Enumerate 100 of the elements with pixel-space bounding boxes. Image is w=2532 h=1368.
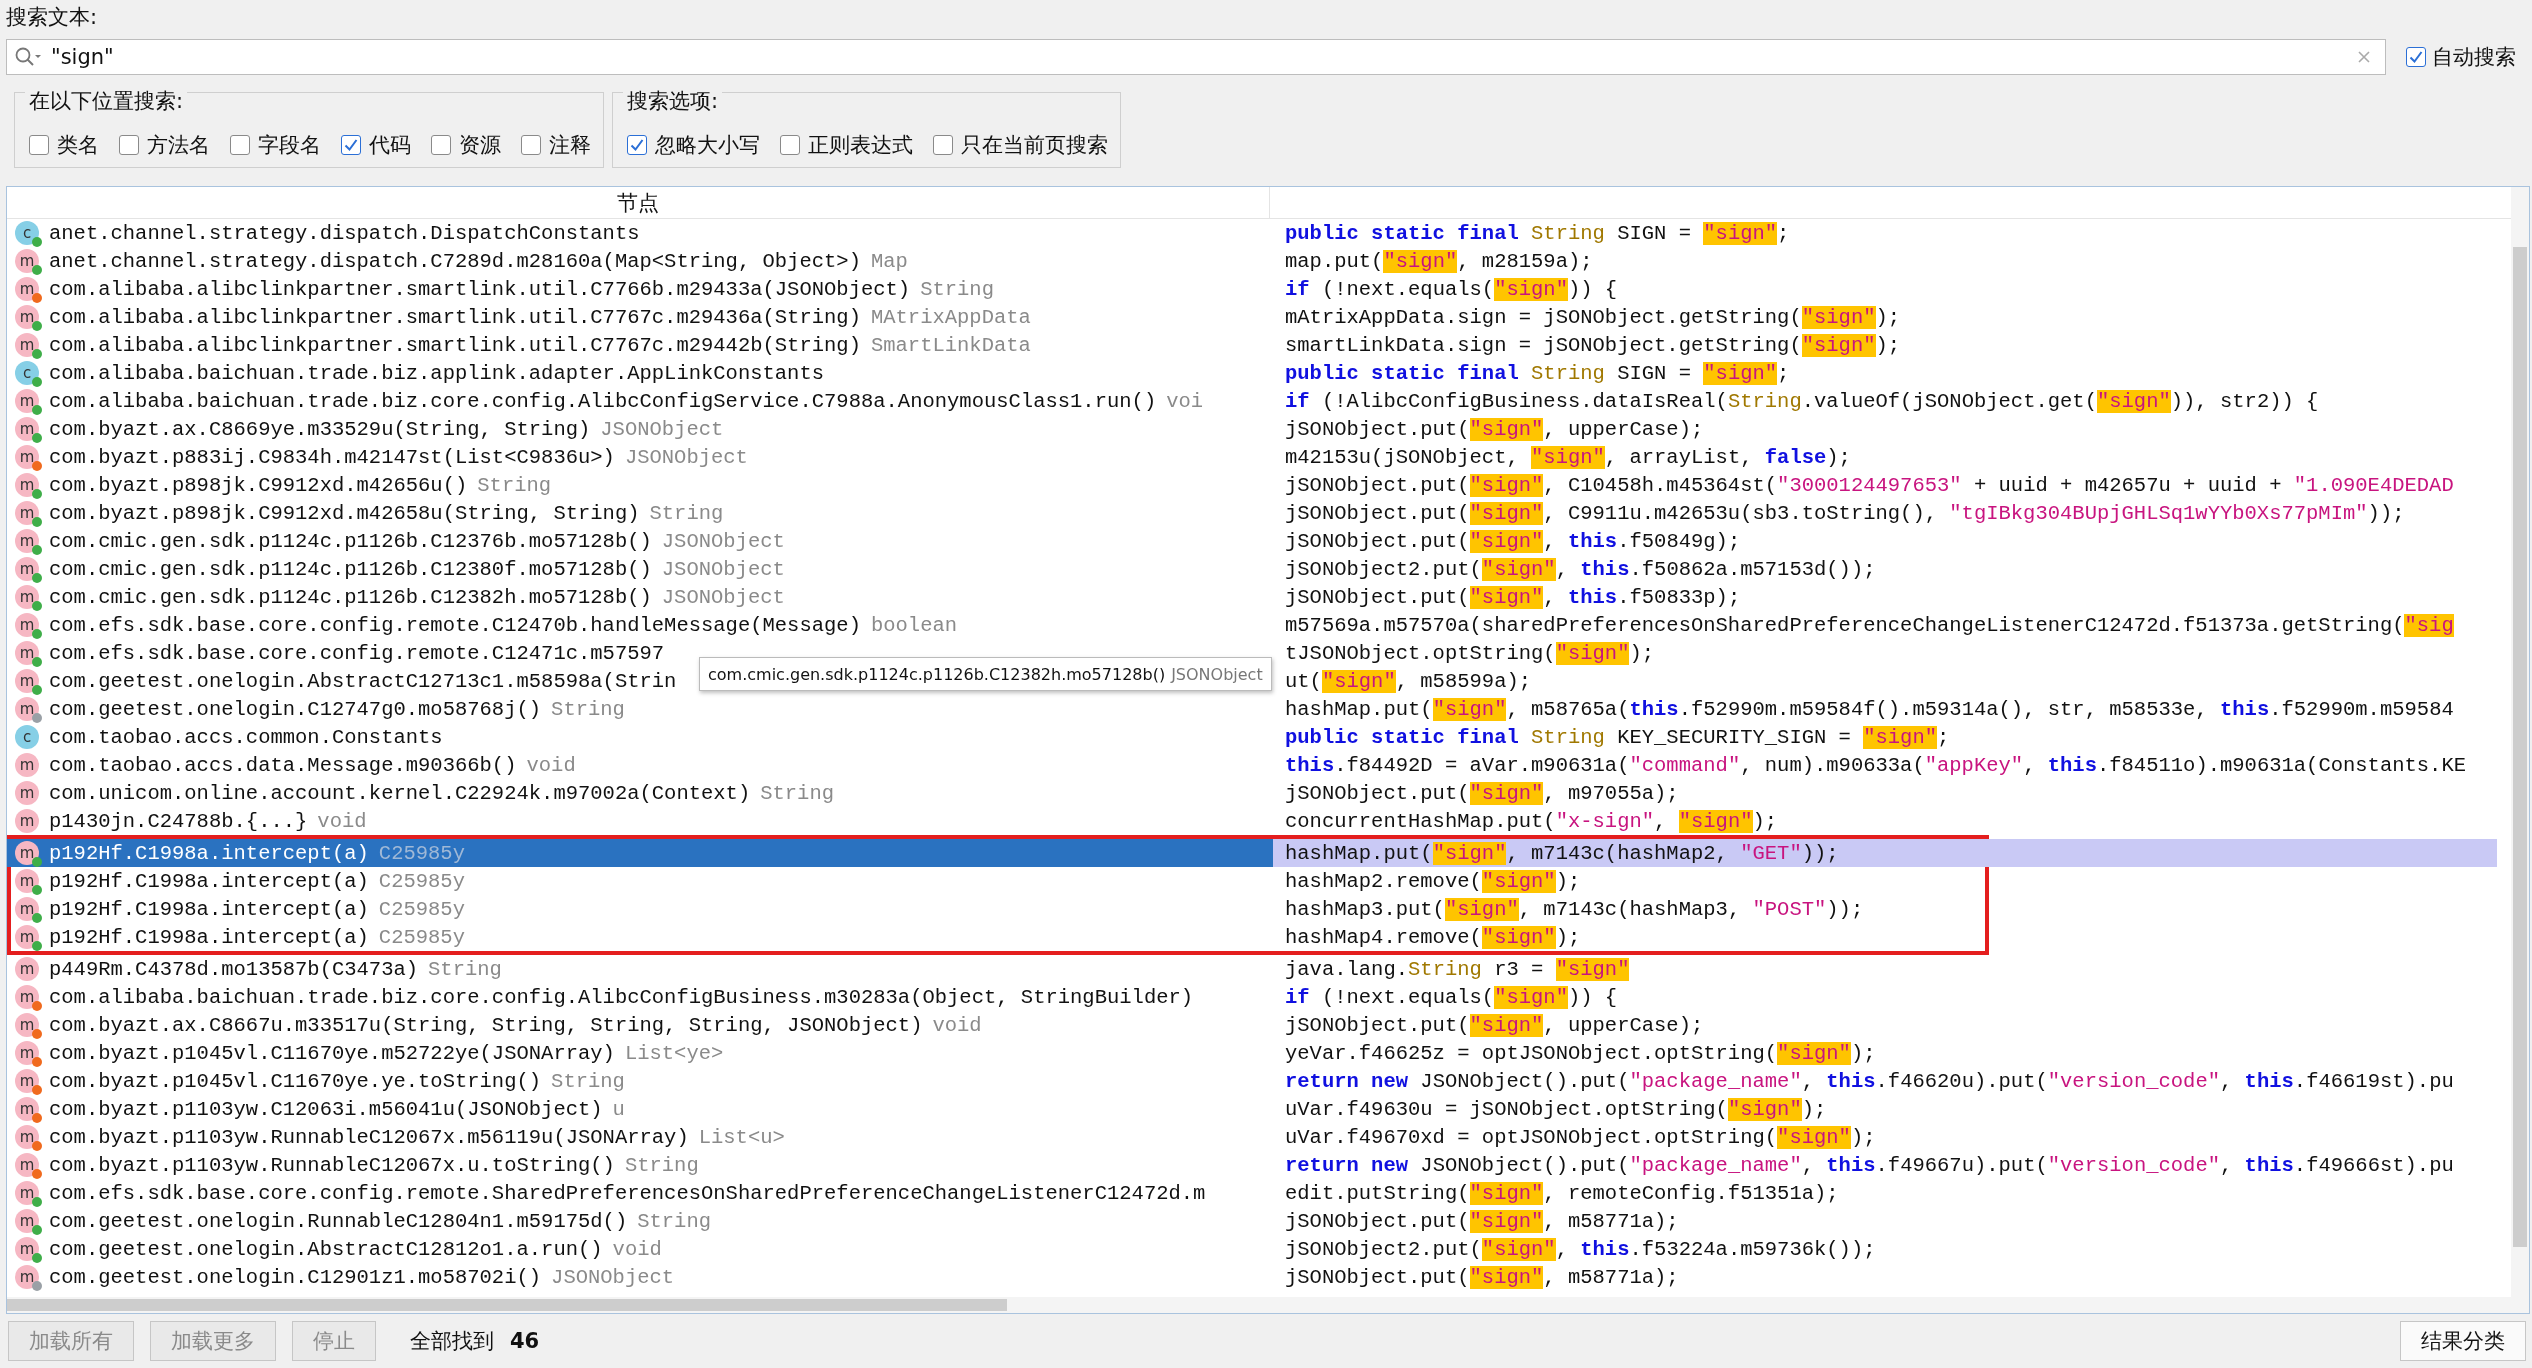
vertical-scrollbar[interactable] bbox=[2511, 187, 2529, 1313]
result-row[interactable]: m com.byazt.p1103yw.RunnableC12067x.m56119u(JSONArray) List<u> bbox=[7, 1123, 1269, 1151]
checkbox[interactable] bbox=[230, 135, 250, 155]
search-field[interactable]: "sign" bbox=[6, 39, 2386, 75]
result-row[interactable]: m com.alibaba.baichuan.trade.biz.core.config.AlibcConfigService.C7988a.AnonymousClass1.run() voi bbox=[7, 387, 1269, 415]
method-icon: m bbox=[15, 445, 39, 469]
method-icon: m bbox=[15, 1209, 39, 1233]
code-line: edit.putString("sign", remoteConfig.f51351a); bbox=[1284, 1180, 1840, 1207]
method-icon: m bbox=[15, 417, 39, 441]
return-type: SmartLinkData bbox=[870, 333, 1031, 357]
checkbox[interactable] bbox=[2406, 47, 2426, 67]
result-row[interactable]: m com.byazt.p1103yw.RunnableC12067x.u.toString() String bbox=[7, 1151, 1269, 1179]
node-name: com.byazt.p1103yw.C12063i.m56041u(JSONObject) bbox=[49, 1097, 603, 1121]
return-type: String bbox=[637, 1209, 711, 1233]
horizontal-scrollbar[interactable] bbox=[7, 1297, 2511, 1313]
node-name: com.alibaba.alibclinkpartner.smartlink.util.C7767c.m29436a(String) bbox=[49, 305, 861, 329]
checkbox[interactable] bbox=[780, 135, 800, 155]
method-icon: m bbox=[15, 869, 39, 893]
code-line: hashMap3.put("sign", m7143c(hashMap3, "POST")); bbox=[1284, 896, 1865, 923]
result-row[interactable]: m com.geetest.onelogin.C12901z1.mo58702i() JSONObject bbox=[7, 1263, 1269, 1291]
result-row[interactable]: m com.unicom.online.account.kernel.C22924k.m97002a(Context) String bbox=[7, 779, 1269, 807]
node-name: com.unicom.online.account.kernel.C22924k.m97002a(Context) bbox=[49, 781, 751, 805]
result-row[interactable]: m p192Hf.C1998a.intercept(a) C25985y bbox=[7, 867, 1269, 895]
method-icon: m bbox=[15, 529, 39, 553]
checkbox[interactable] bbox=[431, 135, 451, 155]
node-name: com.geetest.onelogin.RunnableC12804n1.m59175d() bbox=[49, 1209, 628, 1233]
result-row[interactable]: m com.efs.sdk.base.core.config.remote.C12471c.m57597 bbox=[7, 639, 1269, 667]
code-line: jSONObject.put("sign", upperCase); bbox=[1284, 1012, 1705, 1039]
group-title: 搜索选项: bbox=[623, 89, 723, 113]
result-row[interactable]: m com.efs.sdk.base.core.config.remote.SharedPreferencesOnSharedPreferenceChangeListenerC12472d.m bbox=[7, 1179, 1269, 1207]
result-row[interactable]: m p449Rm.C4378d.mo13587b(C3473a) String bbox=[7, 955, 1269, 983]
method-icon: m bbox=[15, 1153, 39, 1177]
result-row[interactable]: c com.alibaba.baichuan.trade.biz.applink.adapter.AppLinkConstants bbox=[7, 359, 1269, 387]
result-row[interactable]: m com.byazt.p898jk.C9912xd.m42658u(String, String) String bbox=[7, 499, 1269, 527]
checkbox[interactable] bbox=[341, 135, 361, 155]
result-row[interactable]: c anet.channel.strategy.dispatch.DispatchConstants bbox=[7, 219, 1269, 247]
code-line: jSONObject2.put("sign", this.f50862a.m57153d()); bbox=[1284, 556, 1877, 583]
node-name: com.byazt.p883ij.C9834h.m42147st(List<C9836u>) bbox=[49, 445, 615, 469]
column-header[interactable]: 节点 bbox=[617, 188, 659, 217]
method-icon: m bbox=[15, 473, 39, 497]
return-type: JSONObject bbox=[551, 1265, 675, 1289]
result-row[interactable]: m com.byazt.ax.C8667u.m33517u(String, String, String, String, JSONObject) void bbox=[7, 1011, 1269, 1039]
result-row[interactable]: m p192Hf.C1998a.intercept(a) C25985y bbox=[7, 923, 1269, 951]
result-row[interactable]: m com.alibaba.alibclinkpartner.smartlink.util.C7766b.m29433a(JSONObject) String bbox=[7, 275, 1269, 303]
result-row[interactable]: m com.cmic.gen.sdk.p1124c.p1126b.C12382h.mo57128b() JSONObject bbox=[7, 583, 1269, 611]
code-line: jSONObject.put("sign", C10458h.m45364st("3000124497653" + uuid + m42657u + uuid + "1.090E4DEDAD bbox=[1284, 472, 2455, 499]
node-name: com.geetest.onelogin.AbstractC12713c1.m58598a(Strin bbox=[49, 669, 677, 693]
node-name: com.cmic.gen.sdk.p1124c.p1126b.C12382h.mo57128b() bbox=[49, 585, 652, 609]
node-name: p192Hf.C1998a.intercept(a) bbox=[49, 869, 369, 893]
node-name: com.byazt.ax.C8669ye.m33529u(String, String) bbox=[49, 417, 591, 441]
result-row[interactable]: m com.geetest.onelogin.C12747g0.mo58768j() String bbox=[7, 695, 1269, 723]
group-results-button[interactable]: 结果分类 bbox=[2400, 1321, 2526, 1361]
code-line: hashMap.put("sign", m58765a(this.f52990m.m59584f().m59314a(), str, m58533e, this.f52990m.m59584 bbox=[1284, 696, 2455, 723]
result-row[interactable]: m p1430jn.C24788b.{...} void bbox=[7, 807, 1269, 835]
return-type: JSONObject bbox=[624, 445, 748, 469]
result-row[interactable]: m com.byazt.p898jk.C9912xd.m42656u() String bbox=[7, 471, 1269, 499]
node-name: com.efs.sdk.base.core.config.remote.C12470b.handleMessage(Message) bbox=[49, 613, 861, 637]
code-line: m42153u(jSONObject, "sign", arrayList, false); bbox=[1284, 444, 1852, 471]
result-row[interactable]: m com.alibaba.alibclinkpartner.smartlink.util.C7767c.m29442b(String) SmartLinkData bbox=[7, 331, 1269, 359]
result-row[interactable]: m anet.channel.strategy.dispatch.C7289d.m28160a(Map<String, Object>) Map bbox=[7, 247, 1269, 275]
result-row[interactable]: m p192Hf.C1998a.intercept(a) C25985y bbox=[7, 839, 1269, 867]
result-row[interactable]: m com.taobao.accs.data.Message.m90366b() void bbox=[7, 751, 1269, 779]
checkbox[interactable] bbox=[627, 135, 647, 155]
method-icon: m bbox=[15, 305, 39, 329]
result-row[interactable]: m com.alibaba.alibclinkpartner.smartlink.util.C7767c.m29436a(String) MAtrixAppData bbox=[7, 303, 1269, 331]
result-row[interactable]: m com.geetest.onelogin.AbstractC12812o1.a.run() void bbox=[7, 1235, 1269, 1263]
result-row[interactable]: m com.geetest.onelogin.RunnableC12804n1.m59175d() String bbox=[7, 1207, 1269, 1235]
result-row[interactable]: c com.taobao.accs.common.Constants bbox=[7, 723, 1269, 751]
checkbox[interactable] bbox=[521, 135, 541, 155]
checkbox[interactable] bbox=[119, 135, 139, 155]
method-icon: m bbox=[15, 1097, 39, 1121]
tooltip-type: JSONObject bbox=[1171, 664, 1263, 684]
code-line: if (!next.equals("sign")) { bbox=[1284, 276, 1619, 303]
clear-icon[interactable] bbox=[2356, 49, 2372, 65]
search-label: 搜索文本: bbox=[5, 4, 99, 31]
method-icon: m bbox=[15, 613, 39, 637]
result-row[interactable]: m com.alibaba.baichuan.trade.biz.core.config.AlibcConfigBusiness.m30283a(Object, StringBuilder) bbox=[7, 983, 1269, 1011]
result-row[interactable]: m com.byazt.ax.C8669ye.m33529u(String, String) JSONObject bbox=[7, 415, 1269, 443]
checkbox[interactable] bbox=[29, 135, 49, 155]
result-row[interactable]: m com.byazt.p1045vl.C11670ye.m52722ye(JSONArray) List<ye> bbox=[7, 1039, 1269, 1067]
result-row[interactable]: m com.efs.sdk.base.core.config.remote.C12470b.handleMessage(Message) boolean bbox=[7, 611, 1269, 639]
return-type: JSONObject bbox=[661, 585, 785, 609]
result-row[interactable]: m com.cmic.gen.sdk.p1124c.p1126b.C12376b.mo57128b() JSONObject bbox=[7, 527, 1269, 555]
result-row[interactable]: m com.byazt.p883ij.C9834h.m42147st(List<C9836u>) JSONObject bbox=[7, 443, 1269, 471]
search-icon[interactable] bbox=[14, 46, 44, 68]
node-name: com.efs.sdk.base.core.config.remote.SharedPreferencesOnSharedPreferenceChangeListenerC12472d.m bbox=[49, 1181, 1206, 1205]
checkbox[interactable] bbox=[933, 135, 953, 155]
method-icon: m bbox=[15, 277, 39, 301]
method-icon: m bbox=[15, 669, 39, 693]
result-row[interactable]: m com.cmic.gen.sdk.p1124c.p1126b.C12380f.mo57128b() JSONObject bbox=[7, 555, 1269, 583]
result-row[interactable]: m com.byazt.p1045vl.C11670ye.ye.toString() String bbox=[7, 1067, 1269, 1095]
node-name: com.taobao.accs.common.Constants bbox=[49, 725, 443, 749]
checkbox-label: 正则表达式 bbox=[808, 132, 913, 159]
code-line: jSONObject2.put("sign", this.f53224a.m59736k()); bbox=[1284, 1236, 1877, 1263]
node-name: com.alibaba.baichuan.trade.biz.core.config.AlibcConfigService.C7988a.AnonymousClass1.run() bbox=[49, 389, 1157, 413]
scrollbar-thumb[interactable] bbox=[2513, 247, 2527, 1247]
code-line: ut("sign", m58599a); bbox=[1284, 668, 1533, 695]
scrollbar-thumb[interactable] bbox=[7, 1299, 1007, 1311]
result-row[interactable]: m com.byazt.p1103yw.C12063i.m56041u(JSONObject) u bbox=[7, 1095, 1269, 1123]
result-row[interactable]: m p192Hf.C1998a.intercept(a) C25985y bbox=[7, 895, 1269, 923]
